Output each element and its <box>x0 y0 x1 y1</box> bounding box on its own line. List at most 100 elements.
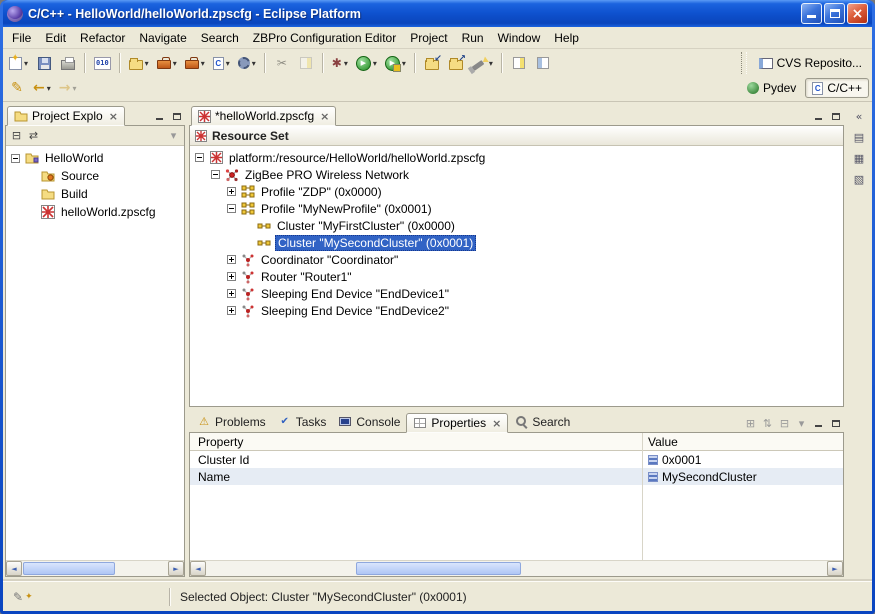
dropdown-icon[interactable]: ▾ <box>489 59 493 68</box>
external-tools-button[interactable]: ✱ ▾ <box>329 52 351 74</box>
menu-zbpro-config-editor[interactable]: ZBPro Configuration Editor <box>246 29 403 47</box>
dropdown-icon[interactable]: ▾ <box>373 59 377 68</box>
expand-expander[interactable] <box>227 255 236 264</box>
menu-edit[interactable]: Edit <box>38 29 73 47</box>
view-menu-button[interactable]: ▾ <box>165 127 182 144</box>
dropdown-icon[interactable]: ▾ <box>47 84 51 93</box>
link-with-editor-button[interactable]: ⇄ <box>25 127 42 144</box>
tab-properties[interactable]: Properties × <box>406 413 508 433</box>
column-divider[interactable] <box>642 433 643 560</box>
tree-mode-button[interactable]: ⊞ <box>742 415 759 432</box>
dropdown-icon[interactable]: ▾ <box>173 59 177 68</box>
tree-item-coordinator[interactable]: Coordinator "Coordinator" <box>190 251 843 268</box>
close-icon[interactable]: × <box>492 417 501 430</box>
search-toolbar-button[interactable]: ▾ <box>469 52 496 74</box>
new-c-project-button[interactable]: ▾ <box>126 52 152 74</box>
menu-project[interactable]: Project <box>403 29 454 47</box>
minimize-view-button[interactable] <box>151 108 168 125</box>
fast-view-toggle-icon[interactable]: « <box>849 107 869 125</box>
mark-occurrences-button[interactable] <box>508 52 530 74</box>
expand-expander[interactable] <box>227 187 236 196</box>
forward-button[interactable]: → ▾ <box>56 77 80 99</box>
dropdown-icon[interactable]: ▾ <box>145 59 149 68</box>
tree-item-zigbee-network[interactable]: ZigBee PRO Wireless Network <box>190 166 843 183</box>
minimized-view-icon-1[interactable]: ▤ <box>849 128 869 146</box>
tree-item-cluster-mysecondcluster[interactable]: Cluster "MySecondCluster" (0x0001) <box>190 234 843 251</box>
scrollbar-thumb[interactable] <box>23 562 115 575</box>
tree-item-resource[interactable]: platform:/resource/HelloWorld/helloWorld… <box>190 149 843 166</box>
tab-tasks[interactable]: ✔ Tasks <box>272 412 333 432</box>
dropdown-icon[interactable]: ▾ <box>226 59 230 68</box>
scroll-right-button[interactable]: ► <box>827 561 843 576</box>
new-source-folder-button[interactable]: ▾ <box>182 52 208 74</box>
new-c-file-button[interactable]: C ▾ <box>210 52 233 74</box>
collapse-button[interactable]: ⊟ <box>776 415 793 432</box>
back-button[interactable]: ← ▾ <box>30 77 54 99</box>
tree-item-helloworld[interactable]: HelloWorld <box>6 149 184 167</box>
open-perspective-button[interactable]: CVS Reposito... <box>752 53 869 73</box>
tree-item-source[interactable]: Source <box>6 167 184 185</box>
cut-button[interactable]: ✂ <box>271 52 293 74</box>
dropdown-icon[interactable]: ▾ <box>402 59 406 68</box>
tree-item-build[interactable]: Build <box>6 185 184 203</box>
minimize-editor-button[interactable] <box>810 108 827 125</box>
menu-navigate[interactable]: Navigate <box>132 29 193 47</box>
dropdown-icon[interactable]: ▾ <box>201 59 205 68</box>
expand-expander[interactable] <box>227 272 236 281</box>
minimized-view-icon-3[interactable]: ▧ <box>849 170 869 188</box>
title-bar[interactable]: C/C++ - HelloWorld/helloWorld.zpscfg - E… <box>3 0 872 27</box>
tree-item-zpscfg-file[interactable]: helloWorld.zpscfg <box>6 203 184 221</box>
tree-item-profile-zdp[interactable]: Profile "ZDP" (0x0000) <box>190 183 843 200</box>
tree-item-profile-mynewprofile[interactable]: Profile "MyNewProfile" (0x0001) <box>190 200 843 217</box>
menu-refactor[interactable]: Refactor <box>73 29 132 47</box>
show-source-button[interactable] <box>532 52 554 74</box>
minimize-view-button[interactable] <box>810 415 827 432</box>
collapse-expander[interactable] <box>211 170 220 179</box>
new-class-button[interactable]: ▾ <box>154 52 180 74</box>
property-row-cluster-id[interactable]: Cluster Id 0x0001 <box>190 451 843 468</box>
maximize-view-button[interactable] <box>168 108 185 125</box>
run-button[interactable]: ▶ ▾ <box>353 52 380 74</box>
tree-item-cluster-myfirstcluster[interactable]: Cluster "MyFirstCluster" (0x0000) <box>190 217 843 234</box>
tab-console[interactable]: Console <box>332 412 406 432</box>
tab-project-explorer[interactable]: Project Explo × <box>7 106 125 126</box>
close-button[interactable]: × <box>847 3 868 24</box>
scroll-left-button[interactable]: ◄ <box>190 561 206 576</box>
menu-search[interactable]: Search <box>194 29 246 47</box>
cpp-perspective-button[interactable]: C C/C++ <box>805 78 869 98</box>
collapse-expander[interactable] <box>195 153 204 162</box>
expand-expander[interactable] <box>227 306 236 315</box>
tab-problems[interactable]: ⚠ Problems <box>191 412 272 432</box>
menu-help[interactable]: Help <box>547 29 586 47</box>
import-button[interactable]: ↙ <box>421 52 443 74</box>
tab-helloworld-zpscfg[interactable]: *helloWorld.zpscfg × <box>191 106 336 126</box>
scroll-right-button[interactable]: ► <box>168 561 184 576</box>
expand-expander[interactable] <box>227 289 236 298</box>
column-header-value[interactable]: Value <box>643 435 843 449</box>
pydev-perspective-button[interactable]: Pydev <box>740 78 803 98</box>
binary-build-button[interactable]: 010 <box>91 52 114 74</box>
close-icon[interactable]: × <box>320 110 329 123</box>
perspective-grip[interactable] <box>741 52 747 74</box>
new-wizard-button[interactable]: ✦ ▾ <box>6 52 31 74</box>
dropdown-icon[interactable]: ▾ <box>252 59 256 68</box>
menu-run[interactable]: Run <box>455 29 491 47</box>
property-row-name[interactable]: Name MySecondCluster <box>190 468 843 485</box>
export-button[interactable]: ↗ <box>445 52 467 74</box>
dropdown-icon[interactable]: ▾ <box>72 84 76 93</box>
print-button[interactable] <box>57 52 79 74</box>
menu-file[interactable]: File <box>5 29 38 47</box>
tree-item-router[interactable]: Router "Router1" <box>190 268 843 285</box>
build-button[interactable]: ▾ <box>235 52 259 74</box>
collapse-all-button[interactable]: ⊟ <box>8 127 25 144</box>
scroll-left-button[interactable]: ◄ <box>6 561 22 576</box>
column-header-property[interactable]: Property <box>190 435 643 449</box>
maximize-button[interactable] <box>824 3 845 24</box>
close-icon[interactable]: × <box>109 110 118 123</box>
minimized-view-icon-2[interactable]: ▦ <box>849 149 869 167</box>
copy-button[interactable] <box>295 52 317 74</box>
collapse-expander[interactable] <box>227 204 236 213</box>
scrollbar-thumb[interactable] <box>356 562 521 575</box>
dropdown-icon[interactable]: ▾ <box>24 59 28 68</box>
menu-window[interactable]: Window <box>491 29 548 47</box>
